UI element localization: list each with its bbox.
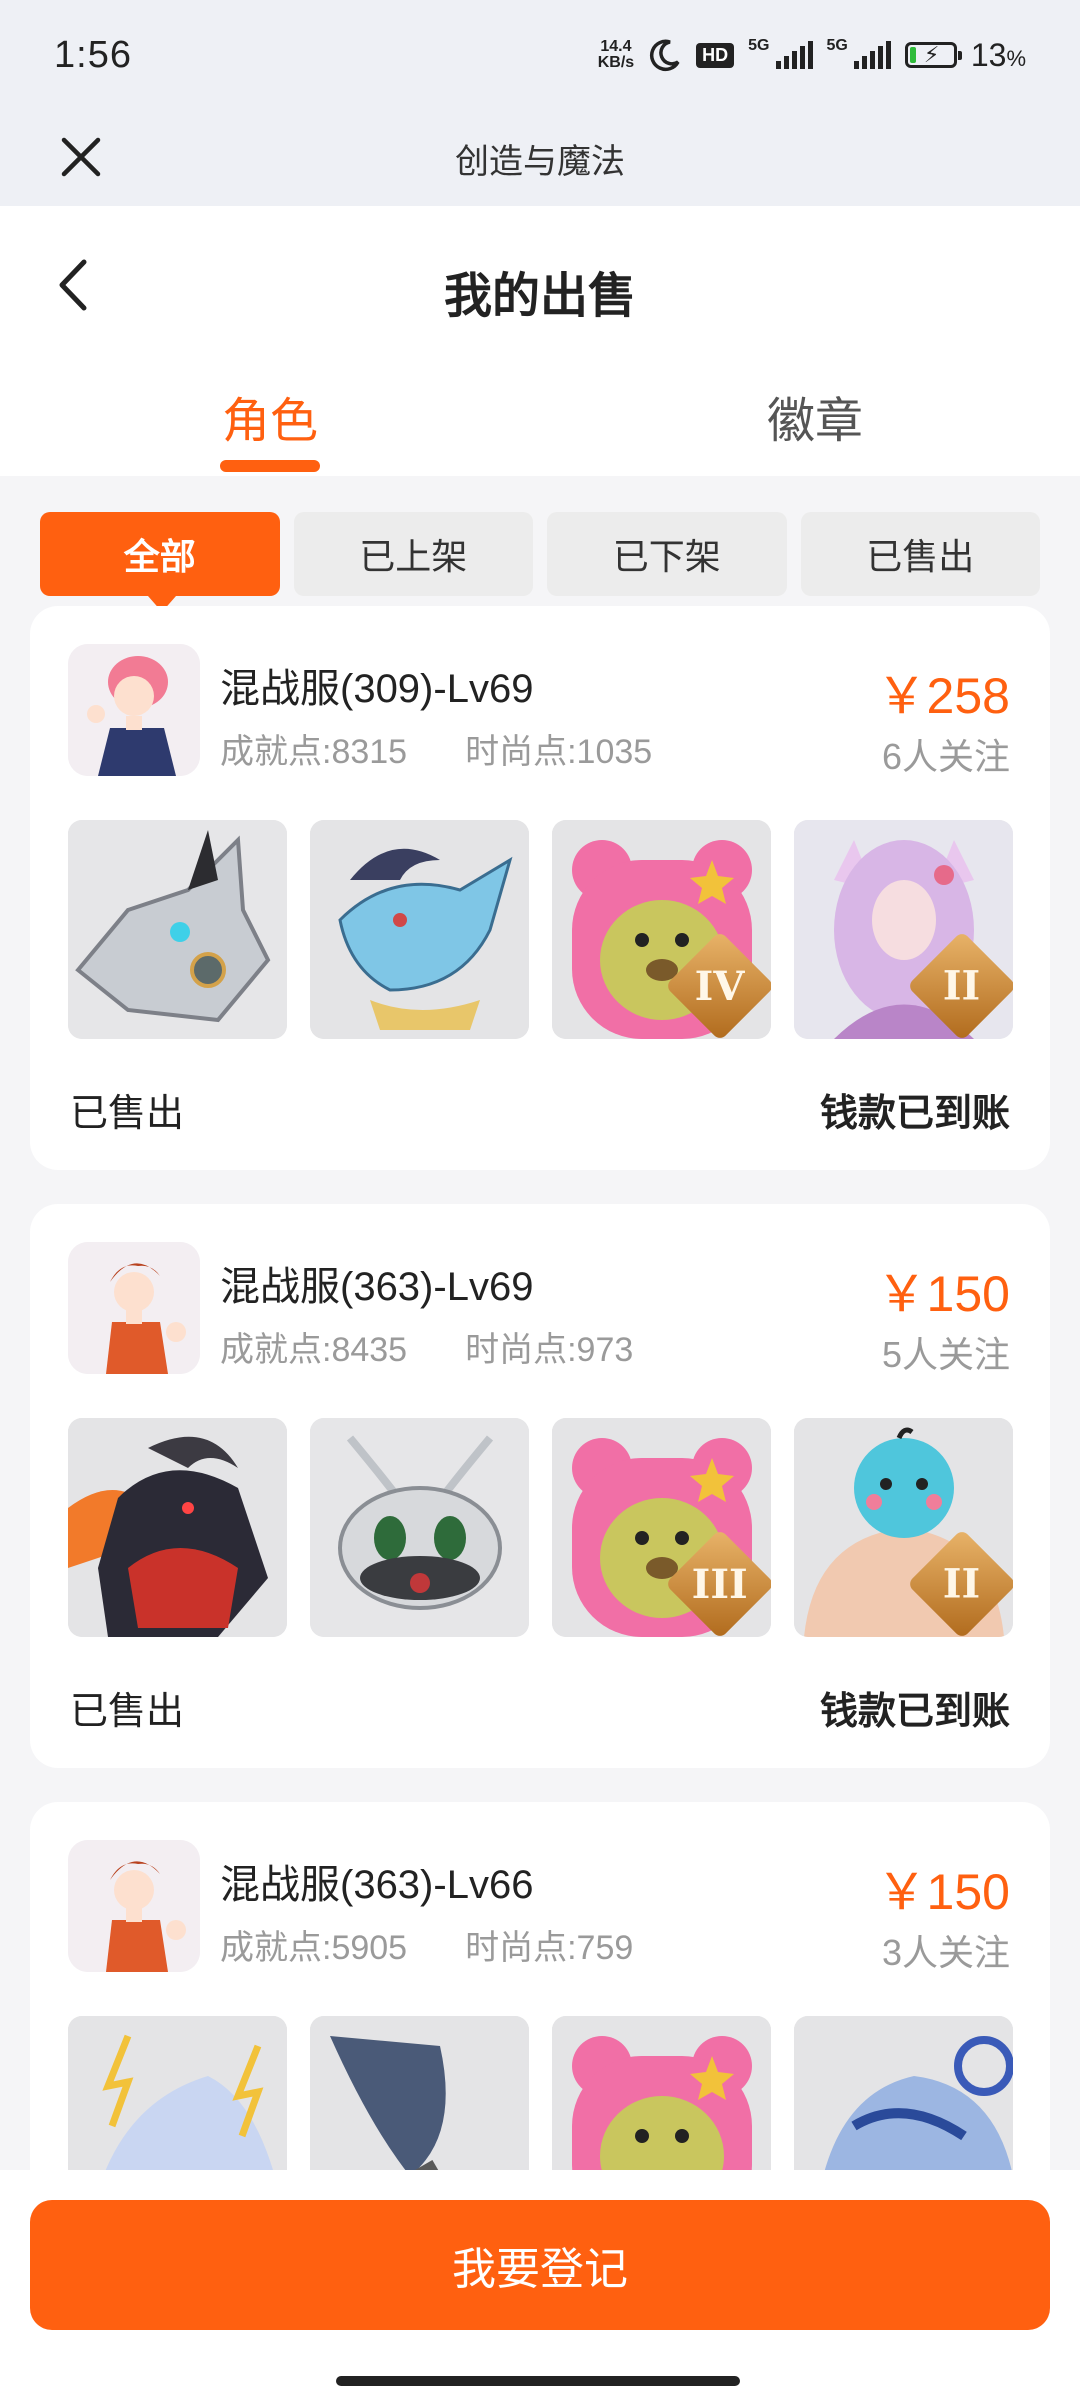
tab-role[interactable]: 角色: [222, 381, 318, 451]
mini-program-header: 创造与魔法: [0, 110, 1080, 206]
character-avatar: [68, 644, 200, 776]
price: ￥258: [876, 668, 1010, 724]
silver-dragon-mount-icon[interactable]: [68, 820, 287, 1039]
battery-icon: ⚡: [904, 42, 962, 68]
fox-spirit-costume-icon[interactable]: II: [794, 820, 1013, 1039]
hd-icon: HD: [696, 42, 735, 68]
status-time: 1:56: [54, 33, 132, 76]
server-name: 混战服(363)-Lv66: [220, 1863, 534, 1907]
blue-dragon-mount-icon[interactable]: [310, 820, 529, 1039]
black-goat-beast-mount-icon[interactable]: [68, 1418, 287, 1637]
stats: 成就点:8435 时尚点:973: [220, 1322, 633, 1371]
active-tab-indicator: [220, 460, 320, 472]
item-thumbnails: IV II: [68, 820, 1013, 1039]
payment-status: 钱款已到账: [819, 1691, 1010, 1733]
payment-status: 钱款已到账: [819, 1093, 1010, 1135]
listing-card[interactable]: 混战服(309)-Lv69 成就点:8315 时尚点:1035 ￥258 6人关…: [30, 606, 1050, 1170]
listing-card[interactable]: 混战服(363)-Lv66 成就点:5905 时尚点:759 ￥150 3人关注: [30, 1802, 1050, 2235]
battery-percent: 13%: [970, 36, 1026, 73]
filter-sold[interactable]: 已售出: [800, 512, 1040, 596]
stats: 成就点:8315 时尚点:1035: [220, 724, 652, 773]
pink-bear-pet-icon[interactable]: III: [552, 1418, 771, 1637]
signal-icon-2: [853, 41, 891, 69]
status-bar: 1:56 14.4 KB/s HD 5G 5G ⚡ 13%: [0, 0, 1080, 110]
listing-card[interactable]: 混战服(363)-Lv69 成就点:8435 时尚点:973 ￥150 5人关注: [30, 1204, 1050, 1768]
sale-status: 已售出: [70, 1691, 185, 1733]
status-icons: 14.4 KB/s HD 5G 5G ⚡ 13%: [597, 36, 1026, 73]
item-thumbnails: III II: [68, 1418, 1013, 1637]
filter-listed[interactable]: 已上架: [293, 512, 533, 596]
home-indicator[interactable]: [336, 2376, 740, 2386]
followers-count: 6人关注: [881, 736, 1010, 777]
server-name: 混战服(363)-Lv69: [220, 1265, 534, 1309]
stats: 成就点:5905 时尚点:759: [220, 1920, 633, 1969]
server-name: 混战服(309)-Lv69: [220, 667, 534, 711]
white-mecha-bug-icon[interactable]: [310, 1418, 529, 1637]
mini-program-title: 创造与魔法: [455, 142, 625, 181]
bottom-bar: 我要登记: [0, 2170, 1080, 2401]
blue-bird-muscle-costume-icon[interactable]: II: [794, 1418, 1013, 1637]
character-avatar: [68, 1840, 200, 1972]
signal-icon: [775, 41, 813, 69]
network-speed: 14.4 KB/s: [597, 38, 635, 71]
filter-bar: 全部 已上架 已下架 已售出: [40, 512, 1040, 612]
sale-status: 已售出: [70, 1093, 185, 1135]
close-icon[interactable]: [56, 132, 106, 182]
achievement-points: 成就点:5905: [220, 1929, 408, 1967]
achievement-points: 成就点:8315: [220, 733, 408, 771]
fashion-points: 时尚点:973: [465, 1331, 634, 1369]
fashion-points: 时尚点:759: [465, 1929, 634, 1967]
page-title: 我的出售: [443, 270, 636, 323]
price: ￥150: [876, 1864, 1010, 1920]
filter-delisted[interactable]: 已下架: [547, 512, 787, 596]
followers-count: 5人关注: [881, 1334, 1010, 1375]
pink-bear-pet-icon[interactable]: IV: [552, 820, 771, 1039]
price: ￥150: [876, 1266, 1010, 1322]
character-avatar: [68, 1242, 200, 1374]
moon-icon: [650, 39, 680, 72]
tab-badge[interactable]: 徽章: [767, 381, 863, 451]
fashion-points: 时尚点:1035: [465, 733, 653, 771]
register-button[interactable]: 我要登记: [30, 2200, 1050, 2330]
filter-all[interactable]: 全部: [40, 512, 280, 612]
followers-count: 3人关注: [881, 1932, 1010, 1973]
page-header: 我的出售 角色 徽章: [0, 206, 1080, 476]
achievement-points: 成就点:8435: [220, 1331, 408, 1369]
